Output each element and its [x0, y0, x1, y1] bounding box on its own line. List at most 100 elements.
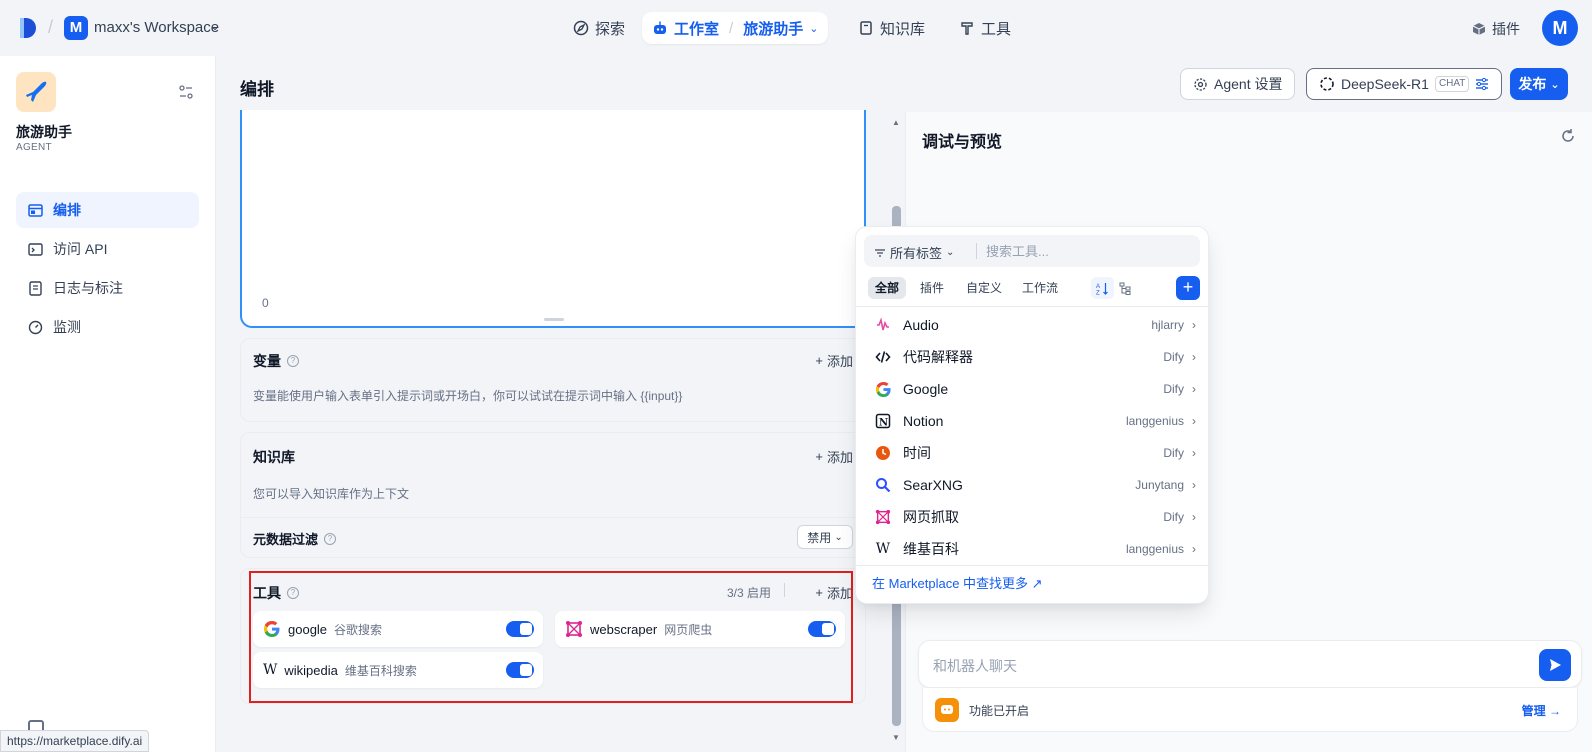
sort-az-icon[interactable]: AZ [1091, 277, 1114, 299]
tab-all[interactable]: 全部 [868, 277, 907, 299]
code-icon [874, 348, 892, 366]
knowledge-title: 知识库 [253, 449, 295, 465]
deepseek-logo-icon [1320, 77, 1334, 91]
tool-option-audio[interactable]: Audio hjlarry › [856, 309, 1208, 341]
agent-settings-button[interactable]: Agent 设置 [1180, 68, 1296, 100]
help-icon[interactable]: ? [324, 532, 337, 545]
app-settings-icon[interactable] [178, 84, 194, 100]
model-selector[interactable]: DeepSeek-R1 CHAT [1306, 68, 1503, 100]
tool-option-searxng[interactable]: SearXNG Junytang › [856, 469, 1208, 501]
tool-option-wikipedia[interactable]: W 维基百科 langgenius › [856, 533, 1208, 565]
tool-item-google[interactable]: google 谷歌搜索 [253, 611, 543, 647]
prompt-char-count: 0 [262, 296, 269, 310]
tool-toggle[interactable] [506, 662, 534, 678]
features-bar: 功能已开启 管理 → [922, 688, 1578, 732]
breadcrumb-separator: / [48, 17, 54, 37]
nav-knowledge-label: 知识库 [880, 20, 926, 38]
google-icon [264, 621, 280, 637]
tool-option-code-interpreter[interactable]: 代码解释器 Dify › [856, 341, 1208, 373]
marketplace-link[interactable]: 在 Marketplace 中查找更多 ↗ [872, 573, 1043, 592]
tool-option-webscraper[interactable]: 网页抓取 Dify › [856, 501, 1208, 533]
chevron-down-icon[interactable]: ⌄ [210, 19, 220, 33]
nav-knowledge[interactable]: 知识库 [848, 12, 935, 44]
nav-tools[interactable]: 工具 [949, 12, 1021, 44]
tool-search-input[interactable] [986, 240, 1186, 262]
nav-current-app[interactable]: 旅游助手 [743, 18, 803, 39]
workspace-avatar[interactable]: M [64, 16, 88, 40]
nav-studio[interactable]: 工作室 / 旅游助手 ⌄ [642, 12, 829, 44]
send-icon [1550, 659, 1561, 671]
tool-description: 谷歌搜索 [334, 622, 383, 637]
chevron-down-icon: ⌄ [834, 531, 843, 543]
tab-custom[interactable]: 自定义 [959, 277, 1009, 299]
sidebar-item-label: 日志与标注 [53, 280, 123, 296]
chevron-down-icon[interactable]: ⌄ [809, 22, 818, 35]
sidebar-item-monitoring[interactable]: 监测 [16, 309, 199, 345]
tool-option-author: hjlarry [1151, 318, 1184, 332]
plugins-button[interactable]: 插件 [1472, 19, 1520, 39]
arrow-right-icon: → [1549, 704, 1561, 718]
tool-option-author: Junytang [1135, 478, 1184, 492]
user-avatar[interactable]: M [1542, 10, 1578, 46]
sidebar-item-api[interactable]: 访问 API [16, 231, 199, 267]
divider [856, 306, 1208, 307]
sidebar-item-orchestrate[interactable]: 编排 [16, 192, 199, 228]
tool-option-time[interactable]: 时间 Dify › [856, 437, 1208, 469]
wikipedia-icon: W [263, 662, 278, 678]
tree-view-icon[interactable] [1114, 277, 1137, 299]
robot-icon [654, 21, 666, 34]
nav-explore[interactable]: 探索 [563, 12, 635, 44]
plus-icon: + [815, 449, 823, 464]
sliders-icon[interactable] [1475, 77, 1489, 91]
send-button[interactable] [1539, 649, 1571, 681]
tool-item-webscraper[interactable]: webscraper 网页爬虫 [555, 611, 845, 647]
scroll-up-arrow[interactable]: ▲ [892, 118, 900, 127]
chevron-right-icon: › [1192, 350, 1196, 364]
tool-item-wikipedia[interactable]: W wikipedia 维基百科搜索 [253, 652, 543, 688]
tool-toggle[interactable] [808, 621, 836, 637]
nav-explore-label: 探索 [595, 20, 626, 38]
file-list-icon [29, 280, 42, 296]
help-icon[interactable]: ? [287, 355, 299, 367]
app-icon[interactable] [16, 72, 56, 112]
gear-icon [1194, 77, 1207, 91]
metadata-filter-select[interactable]: 禁用 ⌄ [797, 525, 853, 549]
tool-option-label: Notion [903, 413, 944, 429]
add-knowledge-button[interactable]: + 添加 [815, 447, 853, 466]
tool-option-notion[interactable]: N Notion langgenius › [856, 405, 1208, 437]
publish-button[interactable]: 发布 ⌄ [1510, 68, 1568, 100]
manage-features-link[interactable]: 管理 → [1522, 702, 1561, 719]
divider [976, 243, 977, 259]
add-knowledge-label: 添加 [826, 450, 853, 465]
metadata-filter-label: 元数据过滤 [253, 532, 319, 547]
book-icon [860, 21, 872, 35]
tool-option-author: Dify [1163, 510, 1184, 524]
tool-name: google [288, 621, 328, 637]
refresh-icon[interactable] [1560, 128, 1576, 144]
prompt-editor[interactable]: 0 [240, 110, 866, 328]
chat-input-box[interactable]: 和机器人聊天 [918, 640, 1582, 688]
add-variable-button[interactable]: + 添加 [815, 351, 853, 370]
workspace-name[interactable]: maxx's Workspace [94, 19, 219, 36]
dify-logo-icon[interactable] [18, 16, 38, 40]
tool-option-label: SearXNG [903, 477, 963, 493]
scroll-down-arrow[interactable]: ▼ [892, 733, 900, 742]
tab-workflow[interactable]: 工作流 [1015, 277, 1065, 299]
create-tool-button[interactable]: + [1176, 276, 1200, 300]
tool-toggle[interactable] [506, 621, 534, 637]
tool-option-google[interactable]: Google Dify › [856, 373, 1208, 405]
divider [241, 517, 865, 518]
knowledge-description: 您可以导入知识库作为上下文 [253, 487, 410, 501]
tool-option-label: 时间 [903, 445, 931, 461]
tag-filter-dropdown[interactable]: 所有标签 ⌄ [874, 243, 954, 262]
resize-handle[interactable] [544, 318, 564, 321]
sidebar-item-logs[interactable]: 日志与标注 [16, 270, 199, 306]
tab-plugins[interactable]: 插件 [913, 277, 951, 299]
tool-option-author: langgenius [1125, 414, 1184, 428]
tool-picker-popover: 所有标签 ⌄ 全部 插件 自定义 工作流 AZ + Audio hjlarry … [855, 226, 1209, 604]
tool-name: webscraper [590, 621, 658, 637]
clock-icon [874, 444, 892, 462]
chevron-right-icon: › [1192, 510, 1196, 524]
app-type: AGENT [16, 142, 52, 153]
tool-option-author: langgenius [1125, 542, 1184, 556]
